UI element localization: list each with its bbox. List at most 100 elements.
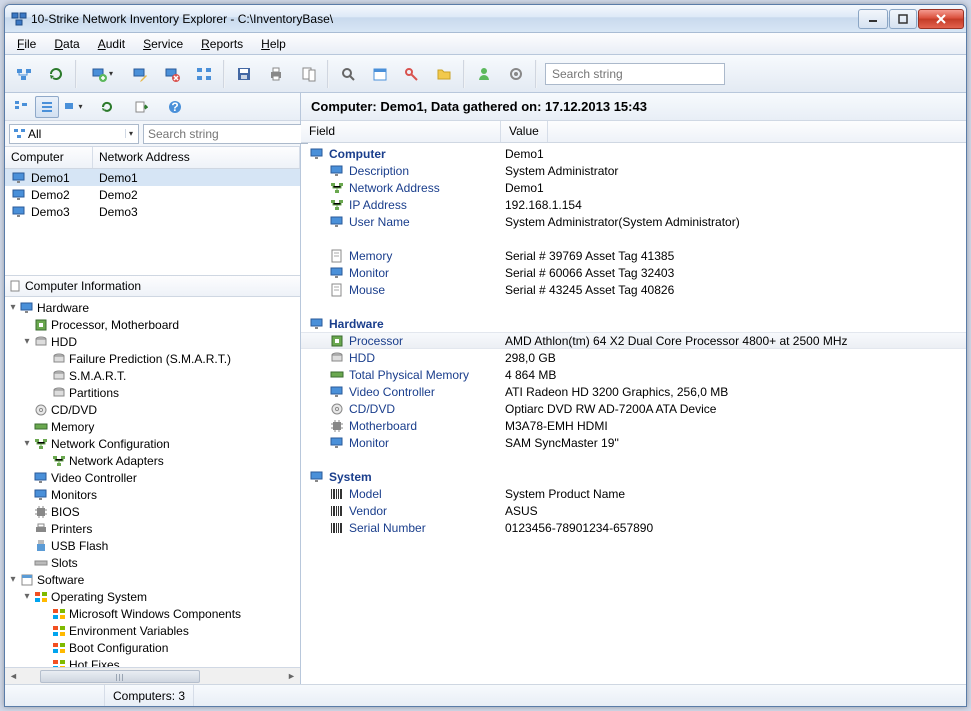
- tree-item[interactable]: Processor, Motherboard: [5, 316, 300, 333]
- detail-row[interactable]: ComputerDemo1: [301, 145, 966, 162]
- tree-item[interactable]: Failure Prediction (S.M.A.R.T.): [5, 350, 300, 367]
- tree-item[interactable]: Monitors: [5, 486, 300, 503]
- detail-row[interactable]: User NameSystem Administrator(System Adm…: [301, 213, 966, 230]
- tree-item[interactable]: ▾HDD: [5, 333, 300, 350]
- detail-row[interactable]: ProcessorAMD Athlon(tm) 64 X2 Dual Core …: [301, 332, 966, 349]
- maximize-button[interactable]: [889, 9, 917, 29]
- scroll-right-icon[interactable]: ►: [283, 669, 300, 684]
- dropdown-arrow-icon: ▾: [125, 129, 136, 138]
- detail-row[interactable]: MemorySerial # 39769 Asset Tag 41385: [301, 247, 966, 264]
- computer-row[interactable]: Demo1Demo1: [5, 169, 300, 186]
- detail-row[interactable]: CD/DVDOptiarc DVD RW AD-7200A ATA Device: [301, 400, 966, 417]
- delete-computer-button[interactable]: [157, 59, 187, 89]
- tree-hscroll[interactable]: ◄ ►: [5, 667, 300, 684]
- window-title: 10-Strike Network Inventory Explorer - C…: [31, 12, 857, 26]
- computer-search-input[interactable]: [143, 124, 308, 144]
- view-list-button[interactable]: [35, 96, 59, 118]
- tree-item[interactable]: Boot Configuration: [5, 639, 300, 656]
- detail-row[interactable]: MonitorSerial # 60066 Asset Tag 32403: [301, 264, 966, 281]
- detail-row[interactable]: HDD298,0 GB: [301, 349, 966, 366]
- scroll-thumb[interactable]: [40, 670, 200, 683]
- col-value[interactable]: Value: [501, 121, 548, 142]
- refresh-button[interactable]: [41, 59, 71, 89]
- col-field[interactable]: Field: [301, 121, 501, 142]
- group-filter-combo[interactable]: All ▾: [9, 124, 139, 144]
- menu-help[interactable]: Help: [253, 35, 294, 53]
- menu-reports[interactable]: Reports: [193, 35, 251, 53]
- tree-item[interactable]: Partitions: [5, 384, 300, 401]
- detail-row[interactable]: Total Physical Memory4 864 MB: [301, 366, 966, 383]
- tree-item[interactable]: ▾Network Configuration: [5, 435, 300, 452]
- tree-item[interactable]: ▾Software: [5, 571, 300, 588]
- detail-row[interactable]: System: [301, 468, 966, 485]
- doc-icon: [9, 280, 21, 292]
- tree-item[interactable]: Slots: [5, 554, 300, 571]
- minimize-button[interactable]: [858, 9, 888, 29]
- detail-title: Computer: Demo1, Data gathered on: 17.12…: [301, 93, 966, 121]
- app-icon: [11, 11, 27, 27]
- info-section-header[interactable]: Computer Information: [5, 275, 300, 297]
- tree-item[interactable]: Microsoft Windows Components: [5, 605, 300, 622]
- schedule-button[interactable]: [365, 59, 395, 89]
- detail-row[interactable]: Hardware: [301, 315, 966, 332]
- toolbar-search[interactable]: [545, 63, 725, 85]
- export-button[interactable]: [129, 96, 153, 118]
- search-button[interactable]: [333, 59, 363, 89]
- status-count: Computers: 3: [105, 685, 194, 706]
- add-computer-button[interactable]: [81, 59, 123, 89]
- toolbar-search-input[interactable]: [545, 63, 725, 85]
- svg-text:?: ?: [171, 100, 178, 114]
- keys-button[interactable]: [397, 59, 427, 89]
- menu-data[interactable]: Data: [46, 35, 87, 53]
- tree-item[interactable]: Video Controller: [5, 469, 300, 486]
- tree-item[interactable]: BIOS: [5, 503, 300, 520]
- detail-row[interactable]: MonitorSAM SyncMaster 19'': [301, 434, 966, 451]
- tree-item[interactable]: CD/DVD: [5, 401, 300, 418]
- detail-row[interactable]: VendorASUS: [301, 502, 966, 519]
- detail-row[interactable]: Network AddressDemo1: [301, 179, 966, 196]
- computer-list: Demo1Demo1Demo2Demo2Demo3Demo3: [5, 169, 300, 275]
- tree-item[interactable]: ▾Operating System: [5, 588, 300, 605]
- col-computer[interactable]: Computer: [5, 147, 93, 168]
- tree-item[interactable]: Environment Variables: [5, 622, 300, 639]
- print-button[interactable]: [261, 59, 291, 89]
- view-tree-button[interactable]: [9, 96, 33, 118]
- folder-button[interactable]: [429, 59, 459, 89]
- detail-row[interactable]: ModelSystem Product Name: [301, 485, 966, 502]
- tree-item[interactable]: USB Flash: [5, 537, 300, 554]
- menubar: File Data Audit Service Reports Help: [5, 33, 966, 55]
- menu-file[interactable]: File: [9, 35, 44, 53]
- menu-service[interactable]: Service: [135, 35, 191, 53]
- settings-button[interactable]: [501, 59, 531, 89]
- col-network[interactable]: Network Address: [93, 147, 300, 168]
- group-button[interactable]: [189, 59, 219, 89]
- titlebar[interactable]: 10-Strike Network Inventory Explorer - C…: [5, 5, 966, 33]
- detail-row[interactable]: MotherboardM3A78-EMH HDMI: [301, 417, 966, 434]
- tree-item[interactable]: Network Adapters: [5, 452, 300, 469]
- detail-row[interactable]: Serial Number0123456-78901234-657890: [301, 519, 966, 536]
- main-toolbar: [5, 55, 966, 93]
- save-button[interactable]: [229, 59, 259, 89]
- tree-item[interactable]: Hot Fixes: [5, 656, 300, 667]
- computer-row[interactable]: Demo2Demo2: [5, 186, 300, 203]
- edit-computer-button[interactable]: [125, 59, 155, 89]
- tree-item[interactable]: Printers: [5, 520, 300, 537]
- detail-row[interactable]: Video ControllerATI Radeon HD 3200 Graph…: [301, 383, 966, 400]
- menu-audit[interactable]: Audit: [90, 35, 133, 53]
- tree-item[interactable]: ▾Hardware: [5, 299, 300, 316]
- scan-button[interactable]: [9, 59, 39, 89]
- detail-row[interactable]: MouseSerial # 43245 Asset Tag 40826: [301, 281, 966, 298]
- help-button[interactable]: ?: [163, 96, 187, 118]
- scroll-left-icon[interactable]: ◄: [5, 669, 22, 684]
- group-filter-label: All: [28, 127, 41, 141]
- computer-row[interactable]: Demo3Demo3: [5, 203, 300, 220]
- tree-item[interactable]: S.M.A.R.T.: [5, 367, 300, 384]
- detail-row[interactable]: IP Address192.168.1.154: [301, 196, 966, 213]
- user-button[interactable]: [469, 59, 499, 89]
- detail-row[interactable]: DescriptionSystem Administrator: [301, 162, 966, 179]
- close-button[interactable]: [918, 9, 964, 29]
- view-icons-button[interactable]: [61, 96, 85, 118]
- report-button[interactable]: [293, 59, 323, 89]
- tree-item[interactable]: Memory: [5, 418, 300, 435]
- refresh-list-button[interactable]: [95, 96, 119, 118]
